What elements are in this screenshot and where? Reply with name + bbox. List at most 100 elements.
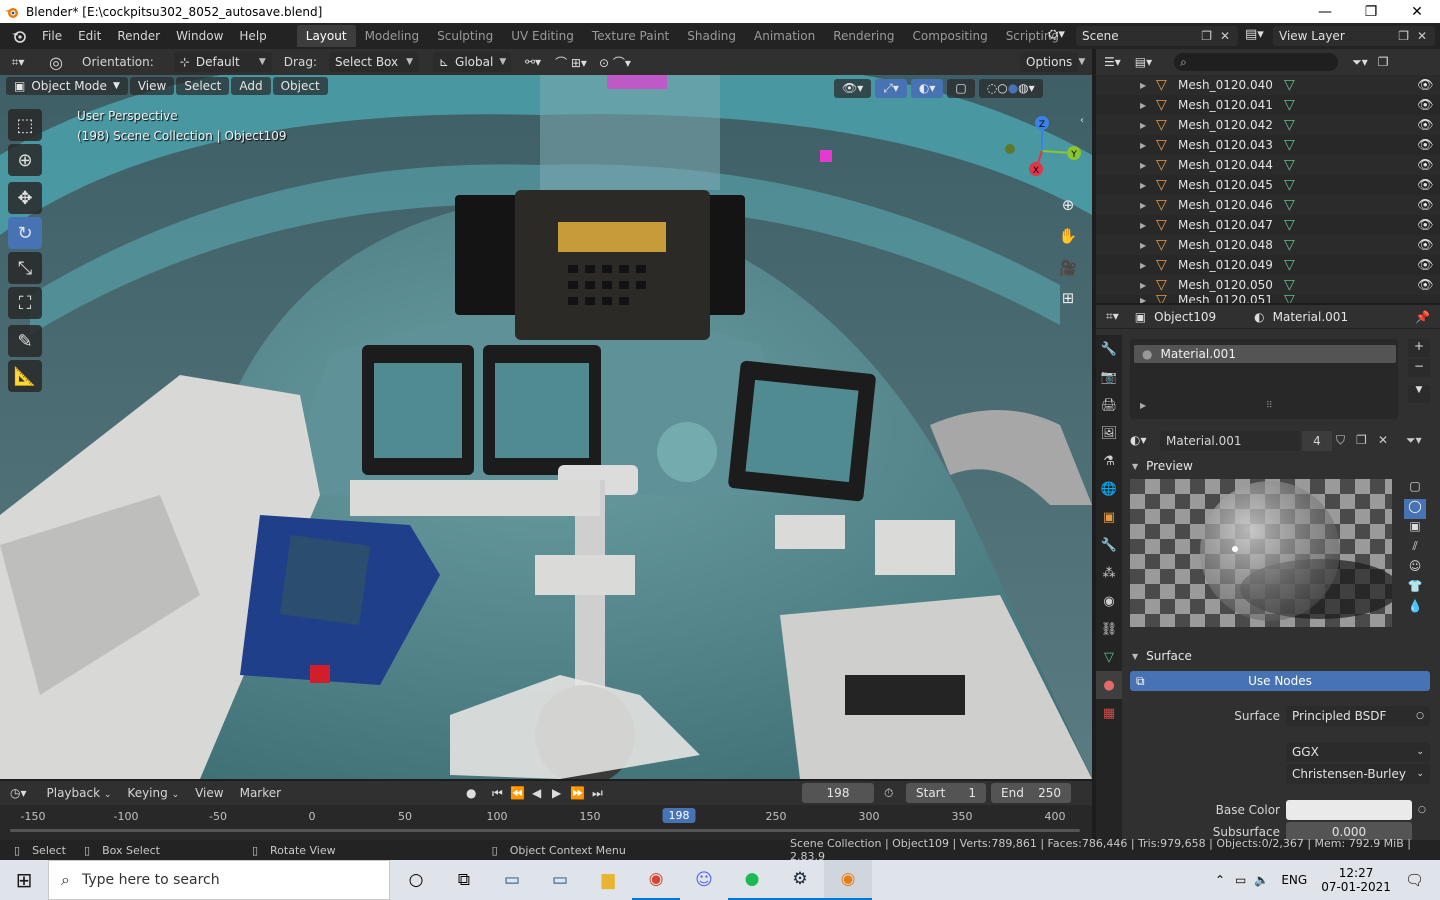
language-indicator[interactable]: ENG <box>1281 873 1307 887</box>
outliner-search-input[interactable]: ⌕ <box>1174 53 1339 71</box>
orientation-dropdown[interactable]: ⊹ Default ▼ <box>173 52 272 72</box>
socket-icon[interactable]: ○ <box>1418 805 1426 815</box>
preview-cloth-icon[interactable]: 👕 <box>1404 579 1426 599</box>
clock[interactable]: 12:27 07-01-2021 <box>1321 866 1391 894</box>
play-icon[interactable]: ▶ <box>552 786 561 800</box>
list-item[interactable]: ▶ ▽ Mesh_0120.043 ▽ 👁 <box>1096 135 1440 155</box>
material-slot-list[interactable]: ● Material.001 ▶ ⠿ <box>1130 339 1398 419</box>
list-item[interactable]: ▶ ▽ Mesh_0120.050 ▽ 👁 <box>1096 275 1440 295</box>
list-item[interactable]: ▶ ▽ Mesh_0120.044 ▽ 👁 <box>1096 155 1440 175</box>
list-item[interactable]: ▶ ▽ Mesh_0120.040 ▽ 👁 <box>1096 75 1440 95</box>
jump-end-icon[interactable]: ⏭ <box>592 786 603 801</box>
3d-viewport[interactable]: ▣ Object Mode ▼ View Select Add Object 👁… <box>0 75 1092 779</box>
duplicate-material-icon[interactable]: ❐ <box>1356 433 1367 447</box>
scale-tool-icon[interactable]: ⤡ <box>8 252 42 284</box>
pin-icon[interactable]: 📌 <box>1415 310 1430 324</box>
annotate-tool-icon[interactable]: ✎ <box>8 325 42 357</box>
expand-icon[interactable]: ▶ <box>1140 281 1146 290</box>
view-layer-tab-icon[interactable]: 🖼 <box>1096 419 1122 447</box>
discord-icon[interactable]: ☺ <box>680 860 728 900</box>
expand-icon[interactable]: ▶ <box>1140 241 1146 250</box>
drag-dropdown[interactable]: Select Box ▼ <box>328 52 419 72</box>
tab-shading[interactable]: Shading <box>678 25 745 47</box>
expand-icon[interactable]: ▶ <box>1140 181 1146 190</box>
shading-modes-icon[interactable]: ◌○●◍▾ <box>978 79 1043 98</box>
material-slot-item[interactable]: ● Material.001 <box>1134 345 1396 363</box>
new-collection-icon[interactable]: ❐ <box>1378 55 1389 69</box>
eye-icon[interactable]: 👁 <box>1417 278 1434 293</box>
options-dropdown[interactable]: Options ▼ <box>1020 52 1085 72</box>
preview-fluid-icon[interactable]: 💧 <box>1404 599 1426 619</box>
transform-tool-icon[interactable]: ⛶ <box>8 287 42 319</box>
view-layer-copy-icon[interactable]: ❐ <box>1398 29 1409 43</box>
menu-window[interactable]: Window <box>168 29 231 43</box>
tab-sculpting[interactable]: Sculpting <box>428 25 502 47</box>
timeline-menu-keying[interactable]: Keying ⌄ <box>119 786 187 800</box>
list-item[interactable]: ▶ ▽ Mesh_0120.048 ▽ 👁 <box>1096 235 1440 255</box>
tab-modeling[interactable]: Modeling <box>356 25 429 47</box>
record-icon[interactable]: ● <box>466 786 476 800</box>
timeline-menu-playback[interactable]: Playback ⌄ <box>39 786 120 800</box>
snap-icon[interactable]: ⌒ ⊞▾ <box>555 54 587 71</box>
display-mode-icon[interactable]: ▤▾ <box>1135 55 1152 69</box>
list-item[interactable]: ▶ ▽ Mesh_0120.045 ▽ 👁 <box>1096 175 1440 195</box>
jump-start-icon[interactable]: ⏮ <box>492 786 503 801</box>
measure-tool-icon[interactable]: 📐 <box>8 360 42 392</box>
eye-icon[interactable]: 👁 <box>1417 178 1434 193</box>
pan-hand-icon[interactable]: ✋ <box>1055 223 1081 249</box>
tab-uv-editing[interactable]: UV Editing <box>502 25 583 47</box>
preview-hair-icon[interactable]: ⫽ <box>1404 539 1426 559</box>
expand-icon[interactable]: ▶ <box>1140 201 1146 210</box>
use-nodes-button[interactable]: ⧉ Use Nodes <box>1130 671 1430 691</box>
expand-icon[interactable]: ▶ <box>1140 121 1146 130</box>
list-item[interactable]: ▶ ▽ Mesh_0120.051 ▽ <box>1096 295 1440 303</box>
eye-icon[interactable]: 👁 <box>1417 78 1434 93</box>
next-keyframe-icon[interactable]: ⏩ <box>570 786 585 800</box>
unlink-material-icon[interactable]: ✕ <box>1378 433 1388 447</box>
ortho-grid-icon[interactable]: ⊞ <box>1055 285 1081 311</box>
spotify-icon[interactable]: ● <box>728 860 776 900</box>
scene-copy-icon[interactable]: ❐ <box>1201 29 1212 43</box>
current-frame-field[interactable]: 198 <box>802 783 874 803</box>
timeline-menu-marker[interactable]: Marker <box>232 786 289 800</box>
windows-start-icon[interactable]: ⊞ <box>0 860 48 900</box>
transform-orientation-dropdown[interactable]: ⊾ Global ▼ <box>432 52 511 72</box>
start-frame-field[interactable]: Start 1 <box>906 783 986 803</box>
select-box-tool-icon[interactable]: ⬚ <box>8 109 42 141</box>
list-item[interactable]: ▶ ▽ Mesh_0120.046 ▽ 👁 <box>1096 195 1440 215</box>
view-layer-icon[interactable]: ▤▾ <box>1245 27 1264 42</box>
media-app-2-icon[interactable]: ▭ <box>536 860 584 900</box>
list-item[interactable]: ▶ ▽ Mesh_0120.047 ▽ 👁 <box>1096 215 1440 235</box>
surface-panel-header[interactable]: ▼ Surface <box>1126 645 1440 667</box>
viewport-menu-view[interactable]: View <box>129 77 175 95</box>
view-layer-remove-icon[interactable]: ✕ <box>1417 29 1427 43</box>
menu-help[interactable]: Help <box>231 29 274 43</box>
scene-selector[interactable]: Scene ❐ ✕ <box>1076 26 1238 46</box>
expand-icon[interactable]: ▶ <box>1140 101 1146 110</box>
minimize-button[interactable]: — <box>1302 0 1348 23</box>
tab-layout[interactable]: Layout <box>296 25 356 47</box>
preview-sphere-icon[interactable]: ◯ <box>1404 499 1426 519</box>
timeline-editor-icon[interactable]: ◷▾ <box>10 786 27 800</box>
eye-icon[interactable]: 👁 <box>1417 258 1434 273</box>
preview-plane-icon[interactable]: ▢ <box>1404 479 1426 499</box>
frame-ruler[interactable]: -150 -100 -50 0 50 100 150 198 250 300 3… <box>0 807 1092 832</box>
network-icon[interactable]: ▭ <box>1235 873 1246 887</box>
menu-edit[interactable]: Edit <box>70 29 109 43</box>
expand-icon[interactable]: ▶ <box>1140 401 1146 410</box>
texture-tab-icon[interactable]: ▦ <box>1096 699 1122 727</box>
expand-icon[interactable]: ▶ <box>1140 296 1146 304</box>
resize-handle-icon[interactable]: ⠿ <box>1266 401 1273 411</box>
material-name-field[interactable]: Material.001 <box>1160 431 1300 451</box>
filter-icon[interactable]: ⏷▾ <box>1352 55 1368 70</box>
navigation-gizmo[interactable]: Z Y X <box>996 111 1092 181</box>
material-link-icon[interactable]: ⏷▾ <box>1406 433 1422 448</box>
slot-specials-button[interactable]: ▼ <box>1408 385 1430 403</box>
menu-render[interactable]: Render <box>109 29 168 43</box>
tab-texture-paint[interactable]: Texture Paint <box>583 25 678 47</box>
notifications-icon[interactable]: 🗨 <box>1405 871 1424 889</box>
tab-compositing[interactable]: Compositing <box>903 25 996 47</box>
expand-icon[interactable]: ▶ <box>1140 81 1146 90</box>
tool-tab-icon[interactable]: 🔧 <box>1096 335 1122 363</box>
media-app-icon[interactable]: ▭ <box>488 860 536 900</box>
